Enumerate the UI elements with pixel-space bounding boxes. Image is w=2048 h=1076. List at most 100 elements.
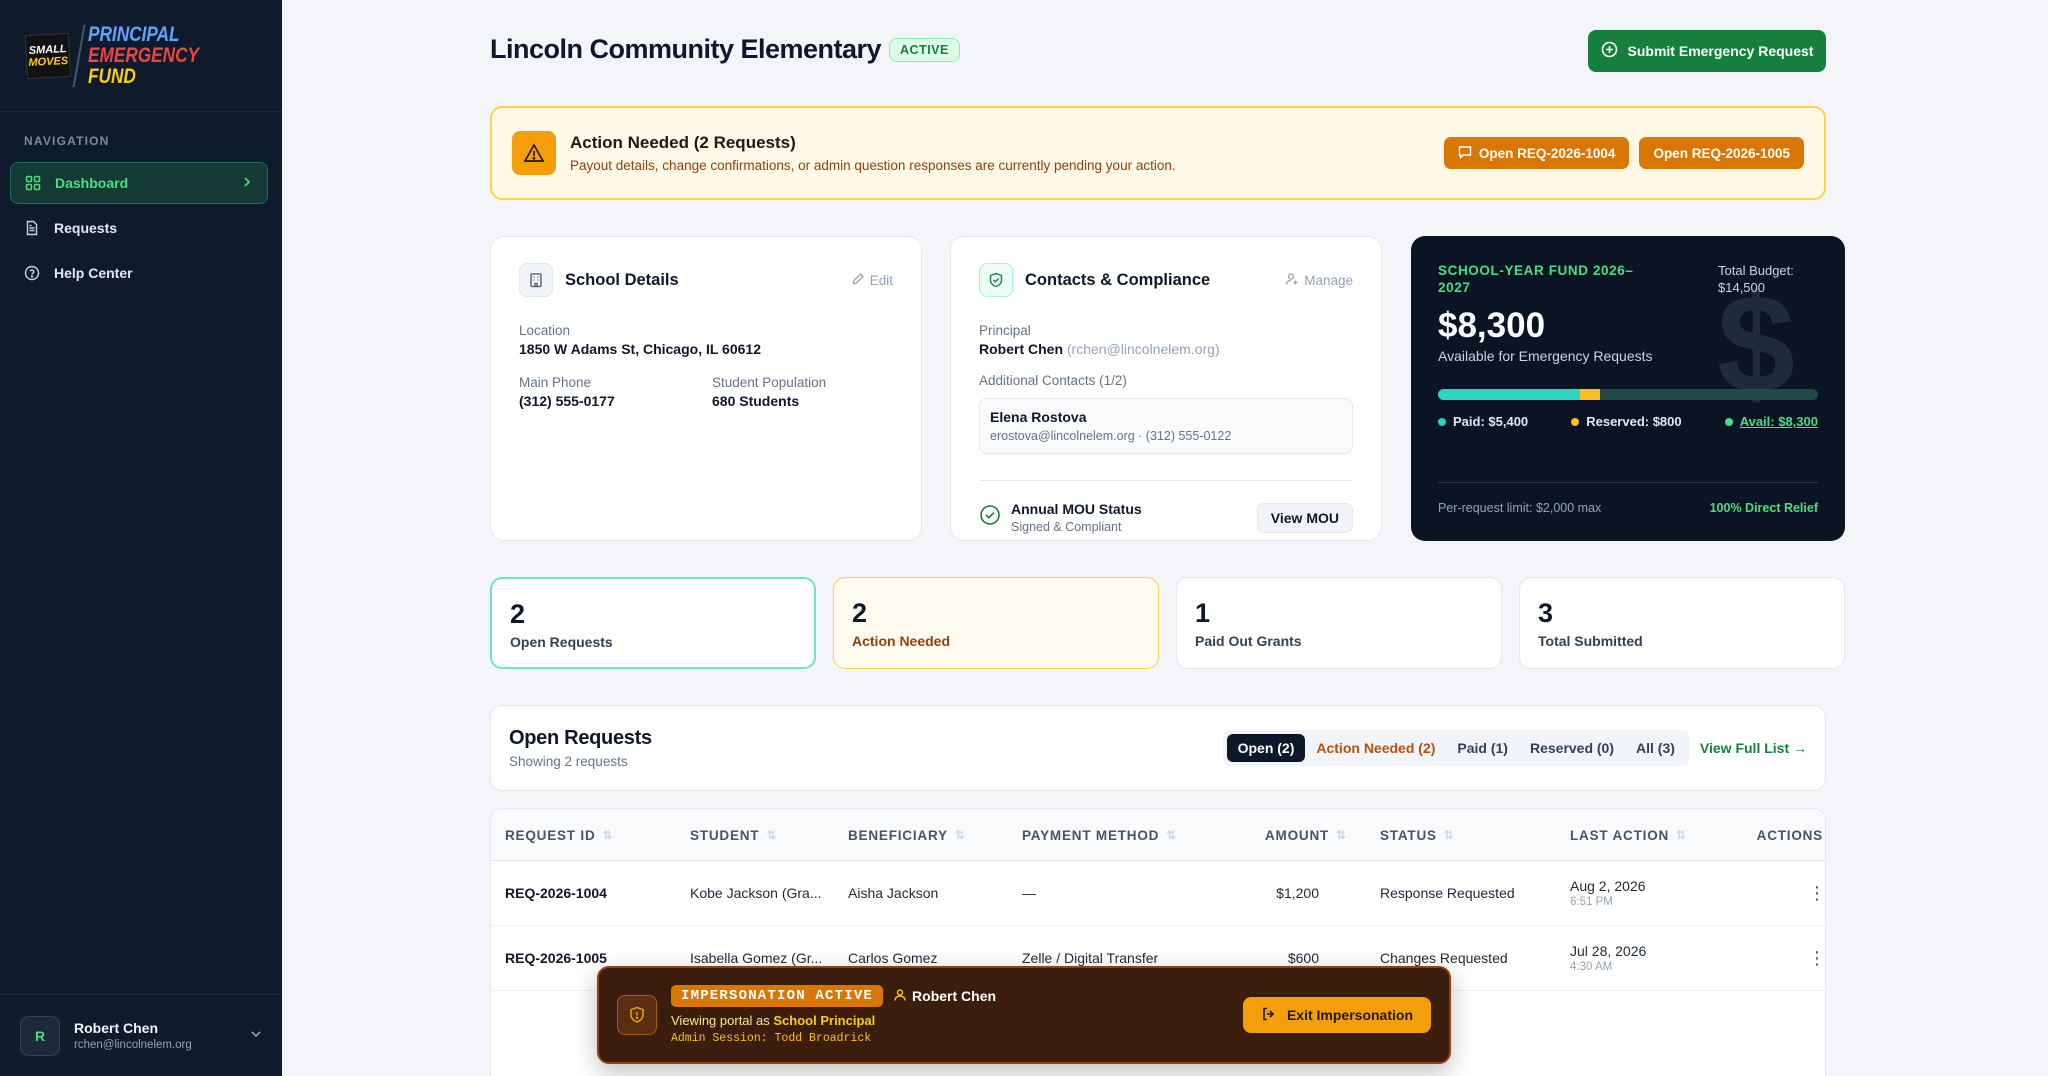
impersonation-banner: IMPERSONATION ACTIVE Robert Chen Viewing… [597, 966, 1451, 1064]
warning-icon [512, 131, 556, 175]
filter-open[interactable]: Open (2) [1226, 734, 1306, 762]
bar-reserved-segment [1579, 389, 1601, 400]
sort-icon: ⇅ [602, 828, 614, 842]
school-details-card: School Details Edit Location 1850 W Adam… [490, 236, 922, 541]
sort-icon: ⇅ [1676, 828, 1687, 842]
card-title: Contacts & Compliance [1025, 270, 1211, 289]
admin-session: Admin Session: Todd Broadrick [671, 1032, 872, 1045]
col-request-id[interactable]: REQUEST ID ⇅ [505, 809, 613, 861]
view-full-list-link[interactable]: View Full List → [1700, 740, 1807, 756]
alert-title: Action Needed (2 Requests) [570, 133, 796, 152]
location-label: Location [519, 323, 571, 338]
manage-button[interactable]: Manage [1285, 272, 1353, 289]
contacts-compliance-card: Contacts & Compliance Manage Principal R… [950, 236, 1382, 541]
col-status[interactable]: STATUS ⇅ [1380, 809, 1455, 861]
col-beneficiary[interactable]: BENEFICIARY ⇅ [848, 809, 966, 861]
help-circle-icon [24, 265, 40, 281]
sort-icon: ⇅ [954, 828, 966, 842]
cell-beneficiary: Aisha Jackson [848, 885, 939, 901]
sidebar: SMALL MOVES PRINCIPAL EMERGENCY FUND NAVI… [0, 0, 282, 1076]
shield-check-icon [979, 263, 1013, 297]
stat-open-requests[interactable]: 2 Open Requests [490, 577, 816, 669]
message-icon [1458, 145, 1472, 162]
phone-value: (312) 555-0177 [519, 393, 615, 409]
shield-alert-icon [617, 995, 657, 1035]
available-label: Available for Emergency Requests [1438, 348, 1653, 364]
population-label: Student Population [712, 375, 827, 390]
phone-label: Main Phone [519, 375, 592, 390]
location-value: 1850 W Adams St, Chicago, IL 60612 [519, 341, 761, 357]
col-payment-method[interactable]: PAYMENT METHOD ⇅ [1022, 809, 1177, 861]
sidebar-item-requests[interactable]: Requests [10, 207, 268, 249]
sidebar-item-label: Help Center [54, 265, 133, 281]
request-limit: Per-request limit: $2,000 max [1438, 501, 1602, 515]
building-icon [519, 263, 553, 297]
cell-request-id[interactable]: REQ-2026-1005 [505, 926, 607, 990]
edit-button[interactable]: Edit [851, 272, 893, 289]
stat-total-submitted[interactable]: 3 Total Submitted [1519, 577, 1845, 669]
sort-icon: ⇅ [766, 828, 778, 842]
cell-request-id[interactable]: REQ-2026-1004 [505, 861, 607, 925]
contact-detail: erostova@lincolnelem.org · (312) 555-012… [990, 429, 1232, 443]
open-req-1004-button[interactable]: Open REQ-2026-1004 [1443, 137, 1630, 169]
sidebar-item-label: Dashboard [55, 175, 129, 191]
brand-title: PRINCIPAL EMERGENCY FUND [88, 23, 199, 88]
cell-payment: — [1022, 885, 1036, 901]
logout-icon [1261, 1006, 1277, 1025]
plus-circle-icon [1601, 41, 1618, 61]
submit-emergency-request-button[interactable]: Submit Emergency Request [1588, 30, 1826, 72]
user-menu[interactable]: R Robert Chen rchen@lincolnelem.org [0, 994, 282, 1076]
exit-impersonation-button[interactable]: Exit Impersonation [1242, 997, 1431, 1033]
fund-progress-bar [1438, 389, 1818, 400]
small-moves-logo: SMALL MOVES [24, 32, 72, 79]
cell-amount: $600 [1287, 950, 1319, 966]
sort-icon: ⇅ [1336, 828, 1347, 842]
fund-budget: Total Budget: $14,500 [1718, 263, 1794, 295]
cell-status: Response Requested [1380, 885, 1515, 901]
additional-contacts-label: Additional Contacts (1/2) [979, 373, 1127, 388]
filter-reserved[interactable]: Reserved (0) [1519, 734, 1625, 762]
col-amount[interactable]: AMOUNT ⇅ [1265, 809, 1347, 861]
chevron-down-icon[interactable] [250, 1027, 262, 1045]
document-icon [24, 220, 40, 236]
col-last-action[interactable]: LAST ACTION ⇅ [1570, 809, 1687, 861]
stat-action-needed[interactable]: 2 Action Needed [833, 577, 1159, 669]
contact-card: Elena Rostova erostova@lincolnelem.org ·… [979, 398, 1353, 454]
check-circle-icon [979, 504, 1001, 531]
main-content: Lincoln Community Elementary ACTIVE Subm… [282, 0, 2048, 1076]
filter-action-needed[interactable]: Action Needed (2) [1305, 734, 1446, 762]
sort-icon: ⇅ [1166, 828, 1178, 842]
sidebar-item-label: Requests [54, 220, 118, 236]
action-needed-alert: Action Needed (2 Requests) Payout detail… [490, 106, 1826, 200]
population-value: 680 Students [712, 393, 800, 409]
col-actions: ACTIONS [1756, 827, 1823, 843]
more-vertical-icon[interactable]: ⋮ [1808, 948, 1825, 969]
card-title: School Details [565, 270, 679, 289]
section-title: Open Requests [509, 727, 652, 749]
view-mou-button[interactable]: View MOU [1256, 502, 1353, 533]
available-amount: $8,300 [1438, 306, 1546, 345]
mou-status-text: Signed & Compliant [1011, 520, 1122, 534]
filter-all[interactable]: All (3) [1625, 734, 1686, 762]
viewing-as: Viewing portal as School Principal [671, 1013, 876, 1028]
fund-title: SCHOOL-YEAR FUND 2026–2027 [1438, 263, 1634, 295]
user-name: Robert Chen [74, 1020, 158, 1036]
sort-icon: ⇅ [1443, 828, 1455, 842]
table-row[interactable]: REQ-2026-1004 Kobe Jackson (Gra... Aisha… [491, 861, 1825, 926]
open-req-1005-button[interactable]: Open REQ-2026-1005 [1639, 137, 1804, 169]
mou-status: Annual MOU Status Signed & Compliant Vie… [979, 480, 1353, 534]
more-vertical-icon[interactable]: ⋮ [1808, 883, 1825, 904]
sidebar-item-help-center[interactable]: Help Center [10, 252, 268, 294]
filter-paid[interactable]: Paid (1) [1446, 734, 1519, 762]
mou-title: Annual MOU Status [1011, 501, 1142, 517]
fund-card: $ SCHOOL-YEAR FUND 2026–2027 Total Budge… [1411, 236, 1845, 541]
impersonation-badge: IMPERSONATION ACTIVE [671, 985, 884, 1007]
brand-logo[interactable]: SMALL MOVES PRINCIPAL EMERGENCY FUND [0, 0, 282, 112]
stat-paid-out[interactable]: 1 Paid Out Grants [1176, 577, 1502, 669]
user-cog-icon [1285, 272, 1299, 289]
user-email: rchen@lincolnelem.org [74, 1039, 192, 1051]
col-student[interactable]: STUDENT ⇅ [690, 809, 777, 861]
avatar: R [20, 1015, 60, 1056]
sidebar-item-dashboard[interactable]: Dashboard [10, 162, 268, 204]
page-title: Lincoln Community Elementary [490, 34, 882, 64]
